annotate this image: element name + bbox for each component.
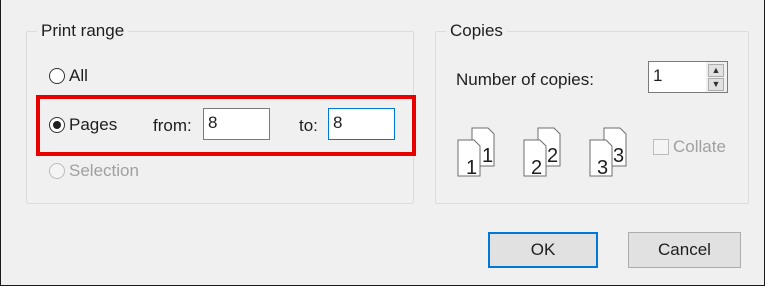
page-icon-2-front: 2 <box>531 157 542 179</box>
radio-selection-label: Selection <box>69 161 139 180</box>
page-icon-1-front: 1 <box>466 157 477 179</box>
number-of-copies-input[interactable]: 1 <box>648 61 706 93</box>
ok-button[interactable]: OK <box>488 232 598 268</box>
pages-highlight-box <box>36 95 416 156</box>
print-range-legend: Print range <box>37 21 129 41</box>
spin-down-icon[interactable]: ▼ <box>708 78 724 91</box>
collate-checkbox <box>653 139 669 155</box>
radio-all[interactable]: All <box>49 66 88 86</box>
radio-selection-button <box>49 163 65 179</box>
radio-all-label: All <box>69 66 88 85</box>
page-icon-2-back: 2 <box>547 145 558 167</box>
collate-label: Collate <box>673 137 726 156</box>
radio-all-button[interactable] <box>49 68 65 84</box>
print-dialog: Print range All Pages from: 8 to: 8 Sele… <box>0 0 765 286</box>
spin-up-icon[interactable]: ▲ <box>708 64 724 77</box>
copies-spinner[interactable]: ▲ ▼ <box>706 61 728 93</box>
radio-selection: Selection <box>49 161 139 181</box>
page-icon-3-back: 3 <box>613 145 624 167</box>
copies-legend: Copies <box>446 21 507 41</box>
collate-checkbox-row: Collate <box>653 137 726 157</box>
page-icon-1-back: 1 <box>482 145 493 167</box>
page-icon-3-front: 3 <box>597 157 608 179</box>
cancel-button[interactable]: Cancel <box>628 232 741 268</box>
collate-pages-icon: 1 1 2 2 3 3 <box>457 127 627 179</box>
number-of-copies-label: Number of copies: <box>456 70 594 89</box>
